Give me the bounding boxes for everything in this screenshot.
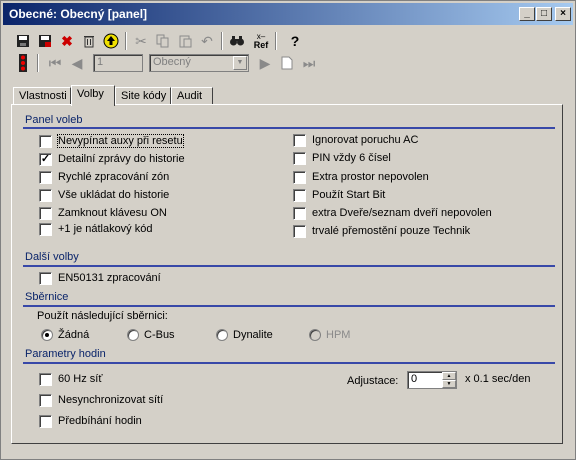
checkbox-label: Zamknout klávesu ON (58, 207, 167, 219)
section-title-other-options: Další volby (25, 251, 79, 263)
adjust-unit: x 0.1 sec/den (465, 373, 531, 385)
record-navigator: ⏮ ◀ 1 Obecný ▼ ▶ ⏭ (7, 51, 567, 75)
traffic-light-icon[interactable] (13, 53, 33, 73)
checkbox[interactable] (39, 394, 52, 407)
first-record-icon[interactable]: ⏮ (45, 53, 65, 73)
checkbox[interactable] (39, 373, 52, 386)
window-title: Obecné: Obecný [panel] (9, 7, 148, 21)
undo-icon[interactable]: ↶ (197, 31, 217, 51)
previous-record-icon[interactable]: ◀ (67, 53, 87, 73)
up-icon[interactable] (101, 31, 121, 51)
section-title-panel-options: Panel voleb (25, 114, 83, 126)
cross-ref-icon[interactable]: x– Ref (251, 31, 271, 51)
checkbox[interactable] (39, 223, 52, 236)
checkbox-label: Nevypínat auxy při resetu (57, 134, 184, 148)
paste-icon[interactable] (175, 31, 195, 51)
checkbox[interactable] (293, 152, 306, 165)
checkbox[interactable] (39, 135, 52, 148)
radio[interactable] (127, 329, 139, 341)
last-record-icon[interactable]: ⏭ (299, 53, 319, 73)
radio-label: Dynalite (233, 329, 273, 341)
cut-icon[interactable]: ✂ (131, 31, 151, 51)
save-icon[interactable] (13, 31, 33, 51)
checkbox-label: Předbíhání hodin (58, 415, 142, 427)
section-divider (23, 265, 555, 267)
radio[interactable] (216, 329, 228, 341)
checkbox-checked[interactable]: ✓ (39, 153, 52, 166)
toolbar-separator (37, 54, 39, 72)
checkbox[interactable] (39, 171, 52, 184)
save-all-icon[interactable] (35, 31, 55, 51)
checkbox[interactable] (293, 171, 306, 184)
tab-audit[interactable]: Audit (171, 87, 213, 105)
record-name-select[interactable]: Obecný ▼ (149, 54, 249, 72)
checkbox-label: +1 je nátlakový kód (58, 223, 153, 235)
tab-volby[interactable]: Volby (71, 85, 115, 106)
checkbox-label: Extra prostor nepovolen (312, 171, 429, 183)
checkbox-label: Detailní zprávy do historie (58, 153, 185, 165)
copy-icon[interactable] (153, 31, 173, 51)
section-divider (23, 127, 555, 129)
adjust-stepper[interactable]: 0 ▲ ▼ (407, 371, 457, 389)
section-divider (23, 305, 555, 307)
cross-ref-label: Ref (253, 39, 269, 50)
window: Obecné: Obecný [panel] _ □ × ✖ ✂ ↶ x– Re… (0, 0, 576, 460)
checkbox-label: trvalé přemostění pouze Technik (312, 225, 471, 237)
toolbar: ✖ ✂ ↶ x– Ref ? (7, 29, 567, 53)
checkbox[interactable] (293, 207, 306, 220)
radio-label: HPM (326, 329, 351, 341)
toolbar-separator (275, 32, 277, 50)
radio-disabled (309, 329, 321, 341)
checkbox[interactable] (293, 189, 306, 202)
checkbox-label: EN50131 zpracování (58, 272, 161, 284)
checkbox-label: Vše ukládat do historie (58, 189, 170, 201)
minimize-button[interactable]: _ (519, 7, 535, 21)
adjust-label: Adjustace: (347, 375, 399, 387)
checkbox-label: Rychlé zpracování zón (58, 171, 170, 183)
chevron-down-icon[interactable]: ▼ (233, 56, 247, 70)
toolbar-separator (125, 32, 127, 50)
trash-icon[interactable] (79, 31, 99, 51)
adjust-value: 0 (411, 373, 418, 385)
checkbox-label: Nesynchronizovat sítí (58, 394, 164, 406)
section-title-clock: Parametry hodin (25, 348, 106, 360)
radio-selected[interactable] (41, 329, 53, 341)
checkbox[interactable] (39, 189, 52, 202)
section-divider (23, 362, 555, 364)
tab-vlastnosti[interactable]: Vlastnosti (13, 87, 71, 105)
checkbox[interactable] (39, 415, 52, 428)
delete-icon[interactable]: ✖ (57, 31, 77, 51)
checkbox[interactable] (293, 134, 306, 147)
section-title-bus: Sběrnice (25, 291, 69, 303)
new-record-icon[interactable] (277, 53, 297, 73)
next-record-icon[interactable]: ▶ (255, 53, 275, 73)
checkbox[interactable] (293, 225, 306, 238)
checkbox[interactable] (39, 272, 52, 285)
bus-prompt: Použít následující sběrnici: (37, 310, 168, 322)
radio-label: Žádná (58, 329, 90, 341)
help-icon[interactable]: ? (285, 31, 305, 51)
stepper-down-icon[interactable]: ▼ (442, 380, 456, 388)
record-number-input[interactable]: 1 (93, 54, 143, 72)
toolbar-separator (221, 32, 223, 50)
checkbox-label: Ignorovat poruchu AC (312, 134, 419, 146)
checkbox[interactable] (39, 207, 52, 220)
close-button[interactable]: × (555, 7, 571, 21)
checkbox-label: extra Dveře/seznam dveří nepovolen (312, 207, 492, 219)
tab-site-kody[interactable]: Site kódy (115, 87, 171, 105)
maximize-button[interactable]: □ (536, 7, 552, 21)
checkbox-label: 60 Hz síť (58, 373, 103, 385)
title-bar[interactable]: Obecné: Obecný [panel] _ □ × (3, 3, 573, 25)
checkbox-label: PIN vždy 6 čísel (312, 152, 391, 164)
checkbox-label: Použít Start Bit (312, 189, 386, 201)
find-icon[interactable] (227, 31, 247, 51)
stepper-up-icon[interactable]: ▲ (442, 372, 456, 380)
radio-label: C-Bus (144, 329, 175, 341)
record-name-value: Obecný (153, 56, 191, 68)
